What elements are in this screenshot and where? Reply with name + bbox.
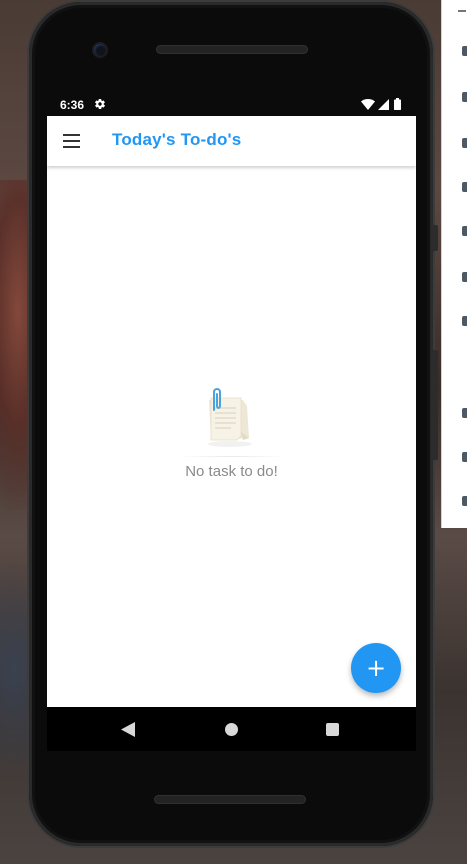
add-icon: +	[365, 654, 387, 682]
volume-rocker[interactable]	[432, 350, 438, 460]
zoom-icon[interactable]	[462, 316, 467, 326]
page-title: Today's To-do's	[112, 130, 242, 149]
earpiece-speaker	[156, 45, 308, 54]
empty-state-divider	[177, 456, 287, 457]
add-task-button[interactable]: +	[351, 643, 401, 693]
empty-state-message: No task to do!	[185, 463, 278, 480]
power-icon[interactable]	[462, 46, 467, 56]
status-time: 6:36	[60, 98, 85, 112]
status-bar: 6:36	[47, 95, 415, 116]
power-button[interactable]	[432, 225, 438, 251]
bottom-speaker	[154, 795, 306, 804]
signal-icon	[378, 99, 389, 110]
rotate-left-icon[interactable]	[462, 182, 467, 192]
back-icon[interactable]	[462, 408, 467, 418]
front-camera	[94, 44, 106, 56]
app-screen: Today's To-do's No task to do! +	[47, 116, 416, 707]
rotate-right-icon[interactable]	[462, 226, 467, 236]
back-button[interactable]	[121, 722, 135, 737]
gear-icon	[95, 99, 105, 109]
emulator-side-panel	[441, 0, 467, 528]
notes-icon	[208, 388, 252, 447]
screenshot-icon[interactable]	[462, 272, 467, 282]
navigation-bar	[47, 707, 416, 751]
battery-icon	[394, 98, 401, 110]
recents-button[interactable]	[326, 723, 339, 736]
minimize-icon[interactable]	[458, 10, 466, 12]
menu-icon[interactable]	[63, 134, 81, 148]
volume-up-icon[interactable]	[462, 92, 467, 102]
wifi-icon	[361, 99, 375, 110]
more-icon[interactable]	[462, 496, 467, 506]
volume-down-icon[interactable]	[462, 138, 467, 148]
app-bar: Today's To-do's	[47, 116, 416, 166]
home-icon[interactable]	[462, 452, 467, 462]
home-button[interactable]	[225, 723, 238, 736]
